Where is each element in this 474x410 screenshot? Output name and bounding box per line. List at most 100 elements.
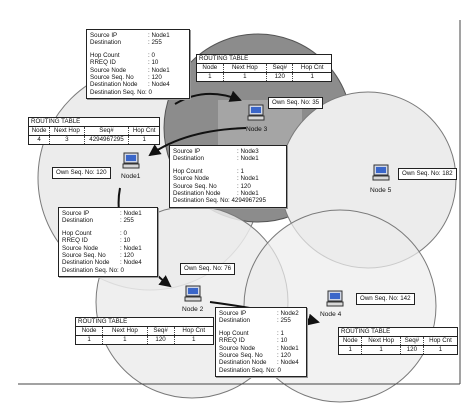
- packet-field-value: : Node1: [148, 32, 170, 39]
- routing-table-header-cell: Hop Cnt: [173, 327, 213, 336]
- packet-field-row: Destination Seq. No: 0: [90, 89, 186, 96]
- packet-field-row: Source Node: Node1: [219, 345, 303, 352]
- packet-field-label: Source Seq. No: [219, 352, 263, 360]
- packet-field-value: : Node3: [237, 148, 259, 155]
- routing-table-header-row: Node Next Hop Seq# Hop Cnt: [339, 337, 457, 346]
- packet-field-row: Source IP: Node2: [219, 310, 303, 317]
- routing-table-header-cell: Hop Cnt: [292, 64, 331, 73]
- routing-table-value-cell: 4294967295: [83, 135, 129, 144]
- packet-field-value: : Node1: [120, 210, 142, 217]
- routing-table-value-cell: 1: [102, 335, 148, 344]
- routing-table-header-cell: Seq#: [399, 337, 424, 346]
- routing-table-node2: ROUTING TABLE Node Next Hop Seq# Hop Cnt 1 1 12…: [75, 317, 214, 345]
- node1-label: Node1: [121, 173, 141, 180]
- packet-field-row: Source Seq. No: 120: [62, 252, 154, 259]
- packet-field-value: : 1: [277, 329, 284, 337]
- packet-field-row: Source Node: Node1: [90, 67, 186, 74]
- packet-field-value: : 120: [237, 182, 251, 190]
- packet-field-value: : Node1: [120, 244, 142, 252]
- routing-table-node1: ROUTING TABLE Node Next Hop Seq# Hop Cnt 4 3 42…: [28, 117, 160, 145]
- routing-table-value-cell: 120: [266, 72, 293, 81]
- packet-field-label: Destination: [62, 217, 93, 225]
- packet-field-value: : 10: [120, 237, 131, 245]
- packet-field-row: Destination: Node1: [173, 155, 283, 162]
- packet-field-row: Destination Node: Node4: [62, 259, 154, 266]
- packet-field-value: : 255: [277, 317, 291, 325]
- packet-field-label: RREQ ID: [219, 337, 245, 345]
- packet-field-label: Source Node: [62, 244, 99, 252]
- routing-table-title: ROUTING TABLE: [76, 318, 213, 327]
- packet-field-row: Destination: 255: [219, 317, 303, 324]
- packet-field-label: Destination Seq. No: 0: [62, 266, 124, 274]
- rrep-packet-middle: Source IP: Node3 Destination: Node1 Hop Co…: [169, 145, 287, 208]
- packet-field-value: : 10: [277, 337, 288, 345]
- packet-field-row: Destination Node: Node4: [219, 359, 303, 366]
- packet-field-row: Source Seq. No : 120: [173, 183, 283, 190]
- packet-field-row: Hop Count : 0: [90, 52, 186, 59]
- packet-field-label: Source Seq. No: [62, 252, 106, 260]
- packet-field-row: Hop Count: 1: [173, 168, 283, 175]
- packet-field-value: : 0: [148, 51, 155, 59]
- node4-label: Node 4: [320, 311, 342, 318]
- packet-field-value: : Node1: [237, 190, 259, 198]
- network-diagram: Node 3 Node1 Node 5 Node 2 Node 4 Own Se…: [0, 0, 474, 410]
- packet-field-label: Source Seq. No: [90, 74, 134, 82]
- routing-table-header-cell: Hop Cnt: [128, 127, 159, 136]
- node4-computer-icon: [326, 290, 344, 307]
- routing-table-value-cell: 120: [399, 345, 424, 354]
- routing-table-value-row: 1 1 120 1: [197, 72, 331, 81]
- node1-own-seq-badge: Own Seq. No: 120: [52, 167, 111, 179]
- routing-table-header-cell: Node: [197, 64, 224, 73]
- packet-field-label: Destination Seq. No: 0: [90, 88, 152, 96]
- rreq-packet-bottom: Source IP: Node2 Destination: 255 Hop Coun…: [215, 307, 307, 378]
- routing-table-header-cell: Next Hop: [49, 127, 85, 136]
- packet-field-label: Source Seq. No: [173, 182, 217, 190]
- packet-field-value: : 120: [148, 74, 162, 82]
- packet-field-label: Source IP: [90, 32, 118, 39]
- packet-field-label: Destination Seq. No: 0: [219, 366, 281, 374]
- routing-table-value-cell: 1: [348, 346, 352, 353]
- routing-table-value-row: 1 1 120 1: [76, 335, 213, 344]
- routing-table-grid: Node Next Hop Seq# Hop Cnt 1 1 120 1: [76, 327, 213, 344]
- routing-table-node3: ROUTING TABLE Node Next Hop Seq# Hop Cnt 1 1 12…: [196, 54, 332, 82]
- routing-table-header-cell: Seq#: [146, 327, 175, 336]
- node2-computer-icon: [184, 285, 202, 302]
- packet-field-value: : 0: [120, 229, 127, 237]
- packet-field-row: RREQ ID : 10: [62, 237, 154, 244]
- routing-table-value-cell: 1: [208, 73, 212, 80]
- node2-label: Node 2: [182, 306, 204, 313]
- routing-table-header-row: Node Next Hop Seq# Hop Cnt: [76, 327, 213, 336]
- routing-table-value-cell: 1: [87, 336, 91, 343]
- rreq-packet-top: Source IP: Node1 Destination: 255 Hop Coun…: [86, 29, 190, 100]
- packet-field-row: Hop Count : 1: [219, 330, 303, 337]
- routing-table-header-cell: Next Hop: [361, 337, 401, 346]
- packet-field-row: Source Seq. No : 120: [90, 74, 186, 81]
- routing-table-value-cell: 1: [361, 345, 401, 354]
- routing-table-header-cell: Node: [76, 327, 103, 336]
- packet-field-row: Destination Seq. No: 0: [219, 367, 303, 374]
- routing-table-value-row: 1 1 120 1: [339, 345, 457, 354]
- packet-field-value: : 1: [237, 167, 244, 175]
- packet-field-row: RREQ ID : 10: [219, 337, 303, 344]
- node3-own-seq-badge: Own Seq. No: 35: [268, 97, 324, 109]
- packet-field-label: Destination: [173, 155, 204, 163]
- packet-field-label: Source IP: [173, 148, 201, 155]
- routing-table-title: ROUTING TABLE: [197, 55, 331, 64]
- packet-field-label: Hop Count: [90, 51, 120, 59]
- packet-field-row: Source IP: Node1: [62, 210, 154, 217]
- packet-field-row: Hop Count: 0: [62, 230, 154, 237]
- packet-field-row: Destination Seq. No: 0: [62, 267, 154, 274]
- node5-computer-icon: [372, 164, 390, 181]
- packet-field-value: : 255: [148, 39, 162, 47]
- packet-field-value: : Node4: [148, 81, 170, 89]
- packet-field-value: : Node4: [277, 359, 299, 367]
- packet-field-label: Hop Count: [219, 329, 249, 337]
- routing-table-value-row: 4 3 4294967295 1: [29, 135, 159, 144]
- packet-field-label: RREQ ID: [62, 237, 88, 245]
- node3-label: Node 3: [246, 126, 268, 133]
- routing-table-value-cell: 1: [128, 135, 159, 144]
- packet-field-value: : 120: [277, 352, 291, 360]
- routing-table-title: ROUTING TABLE: [339, 328, 457, 337]
- packet-field-label: Source IP: [219, 310, 247, 317]
- routing-table-header-row: Node Next Hop Seq# Hop Cnt: [29, 127, 159, 136]
